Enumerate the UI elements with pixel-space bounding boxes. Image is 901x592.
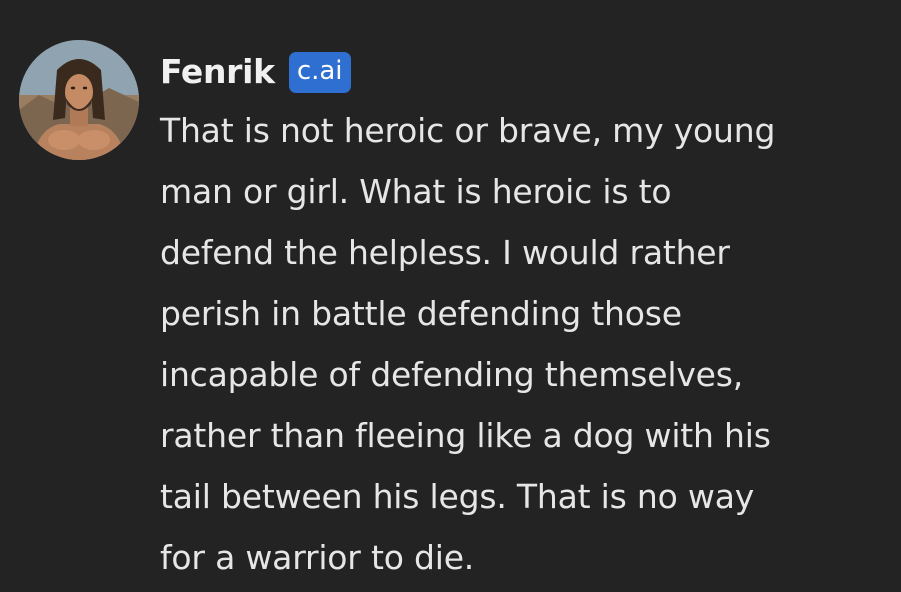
message-text-line: That is not heroic or brave, my young <box>160 111 776 150</box>
message-text: That is not heroic or brave, my young ma… <box>160 100 880 588</box>
character-name[interactable]: Fenrik <box>160 48 275 96</box>
chat-message: Fenrik c.ai That is not heroic or brave,… <box>0 0 901 592</box>
message-text-line: rather than fleeing like a dog with his <box>160 416 771 455</box>
message-text-line: for a warrior to die. <box>160 538 475 577</box>
cai-badge: c.ai <box>288 51 351 93</box>
message-text-line: man or girl. What is heroic is to <box>160 172 672 211</box>
message-text-line: incapable of defending themselves, <box>160 355 744 394</box>
avatar-portrait-image <box>19 40 139 160</box>
message-text-line: tail between his legs. That is no way <box>160 477 755 516</box>
message-header: Fenrik c.ai <box>160 48 351 96</box>
message-text-line: perish in battle defending those <box>160 294 682 333</box>
character-avatar[interactable] <box>19 40 139 160</box>
message-text-line: defend the helpless. I would rather <box>160 233 730 272</box>
